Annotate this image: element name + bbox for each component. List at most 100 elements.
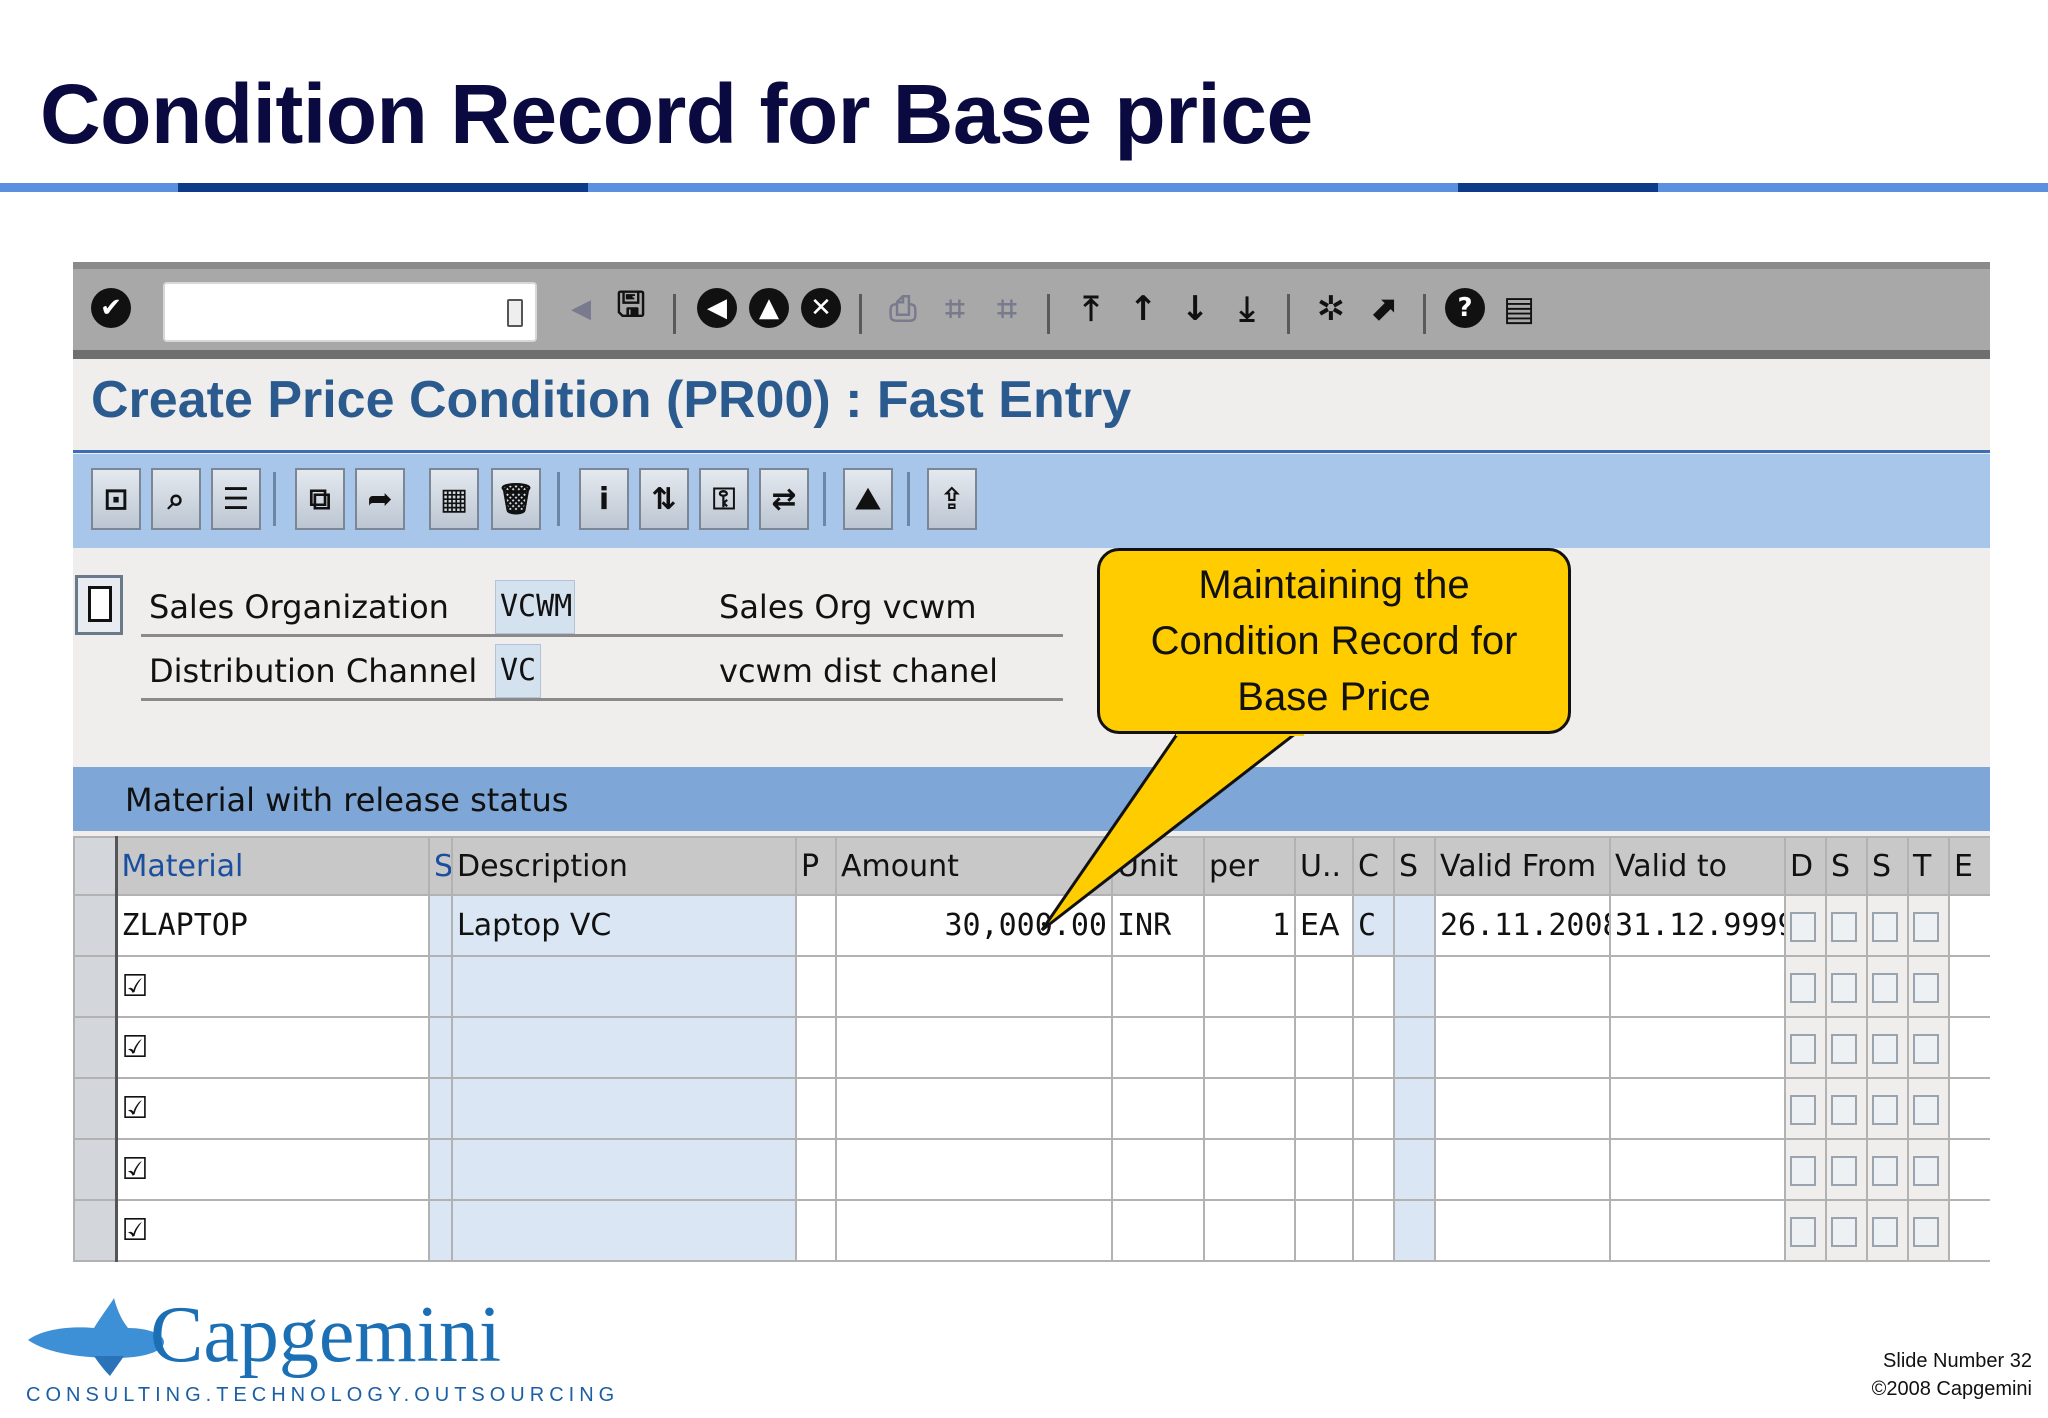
calc-type-cell[interactable]: C: [1352, 894, 1395, 957]
p-cell[interactable]: [795, 894, 837, 957]
previous-page-icon[interactable]: ↑: [1121, 284, 1165, 334]
layout-menu-icon[interactable]: ▤: [1497, 284, 1541, 334]
column-header-description[interactable]: Description: [451, 836, 797, 896]
row-selector[interactable]: [73, 1138, 118, 1201]
s-cell[interactable]: [1393, 894, 1436, 957]
column-header-status[interactable]: S: [428, 836, 453, 896]
table-row: ☑: [73, 1138, 1990, 1201]
material-cell[interactable]: ZLAPTOP: [115, 894, 430, 957]
personal-settings-icon[interactable]: ⛰: [843, 468, 893, 530]
checkbox[interactable]: [1831, 1155, 1857, 1186]
last-page-icon[interactable]: ⤓: [1225, 284, 1269, 334]
row-selector[interactable]: [73, 1199, 118, 1262]
next-page-icon[interactable]: ↓: [1173, 284, 1217, 334]
checkbox[interactable]: [1790, 911, 1816, 942]
checkbox[interactable]: [1872, 972, 1898, 1003]
title-rule: [0, 183, 2048, 192]
checkbox[interactable]: [1790, 1033, 1816, 1064]
exit-icon[interactable]: ▲: [749, 288, 789, 328]
display-icon[interactable]: ⊡: [91, 468, 141, 530]
back-arrow-icon[interactable]: ◀: [559, 284, 603, 334]
select-all-cell[interactable]: [73, 836, 118, 896]
find-icon[interactable]: ⌗: [933, 284, 977, 334]
column-header-valid-from[interactable]: Valid From: [1434, 836, 1611, 896]
new-document-button[interactable]: [75, 575, 123, 635]
calendar-icon[interactable]: ▦: [429, 468, 479, 530]
checkbox[interactable]: [1913, 1094, 1939, 1125]
cancel-icon[interactable]: ✕: [801, 288, 841, 328]
material-cell[interactable]: ☑: [115, 955, 430, 1018]
valid-to-cell[interactable]: 31.12.9999: [1609, 894, 1786, 957]
row-selector[interactable]: [73, 1077, 118, 1140]
checkbox[interactable]: [1831, 1033, 1857, 1064]
checkbox[interactable]: [1872, 911, 1898, 942]
checkbox[interactable]: [1913, 972, 1939, 1003]
switch-icon[interactable]: ⇄: [759, 468, 809, 530]
checkbox[interactable]: [1872, 1216, 1898, 1247]
delete-icon[interactable]: 🗑: [491, 468, 541, 530]
column-header-e[interactable]: E: [1948, 836, 1990, 896]
scales-icon[interactable]: ⇅: [639, 468, 689, 530]
find-next-icon[interactable]: ⌗: [985, 284, 1029, 334]
distribution-channel-field[interactable]: VC: [495, 644, 541, 698]
material-cell[interactable]: ☑: [115, 1138, 430, 1201]
row-selector[interactable]: [73, 1016, 118, 1079]
material-cell[interactable]: ☑: [115, 1199, 430, 1262]
checkbox[interactable]: [1790, 1155, 1816, 1186]
checkbox[interactable]: [1831, 972, 1857, 1003]
column-header-d[interactable]: D: [1784, 836, 1827, 896]
checkbox[interactable]: [1913, 1155, 1939, 1186]
shortcut-icon[interactable]: ⬈: [1361, 284, 1405, 334]
copy-icon[interactable]: ⧉: [295, 468, 345, 530]
save-icon[interactable]: 🖫: [609, 284, 653, 334]
checkbox[interactable]: [1872, 1033, 1898, 1064]
enter-icon[interactable]: ✔: [91, 288, 131, 328]
sales-org-description: Sales Org vcwm: [719, 588, 977, 626]
zoom-icon[interactable]: ⌕: [151, 468, 201, 530]
checkbox[interactable]: [1872, 1094, 1898, 1125]
row-selector[interactable]: [73, 894, 118, 957]
key-icon[interactable]: ⚿: [699, 468, 749, 530]
back-icon[interactable]: ◀: [697, 288, 737, 328]
print-icon[interactable]: ⎙: [881, 284, 925, 334]
checkbox[interactable]: [1913, 1216, 1939, 1247]
checkbox[interactable]: [1831, 1094, 1857, 1125]
checkbox[interactable]: [1790, 972, 1816, 1003]
checkbox-cell[interactable]: [1784, 894, 1827, 957]
checkbox-cell[interactable]: [1825, 894, 1868, 957]
column-header-valid-to[interactable]: Valid to: [1609, 836, 1786, 896]
move-icon[interactable]: ➦: [355, 468, 405, 530]
checkbox[interactable]: [1913, 1033, 1939, 1064]
column-header-t[interactable]: T: [1907, 836, 1950, 896]
checkbox-cell[interactable]: [1907, 894, 1950, 957]
checkbox[interactable]: [1872, 1155, 1898, 1186]
checkbox[interactable]: [1831, 911, 1857, 942]
info-icon[interactable]: i: [579, 468, 629, 530]
column-header-s3[interactable]: S: [1866, 836, 1909, 896]
command-history-dropdown-icon[interactable]: [507, 299, 523, 327]
checkbox[interactable]: [1913, 911, 1939, 942]
checkbox[interactable]: [1790, 1094, 1816, 1125]
create-session-icon[interactable]: ✲: [1309, 284, 1353, 334]
first-page-icon[interactable]: ⤒: [1069, 284, 1113, 334]
screen-title: Create Price Condition (PR00) : Fast Ent…: [91, 371, 1132, 429]
column-header-c[interactable]: C: [1352, 836, 1395, 896]
command-field[interactable]: [163, 282, 537, 342]
e-cell[interactable]: [1948, 894, 1990, 957]
export-icon[interactable]: ⇪: [927, 468, 977, 530]
valid-from-cell[interactable]: 26.11.2008: [1434, 894, 1611, 957]
status-cell[interactable]: [428, 894, 453, 957]
material-cell[interactable]: ☑: [115, 1016, 430, 1079]
help-icon[interactable]: ?: [1445, 288, 1485, 328]
sales-org-field[interactable]: VCWM: [495, 580, 575, 634]
row-selector[interactable]: [73, 955, 118, 1018]
column-header-p[interactable]: P: [795, 836, 837, 896]
checkbox[interactable]: [1790, 1216, 1816, 1247]
checkbox-cell[interactable]: [1866, 894, 1909, 957]
column-header-s[interactable]: S: [1393, 836, 1436, 896]
column-header-material[interactable]: Material: [115, 836, 430, 896]
column-header-s2[interactable]: S: [1825, 836, 1868, 896]
overview-icon[interactable]: ☰: [211, 468, 261, 530]
material-cell[interactable]: ☑: [115, 1077, 430, 1140]
checkbox[interactable]: [1831, 1216, 1857, 1247]
